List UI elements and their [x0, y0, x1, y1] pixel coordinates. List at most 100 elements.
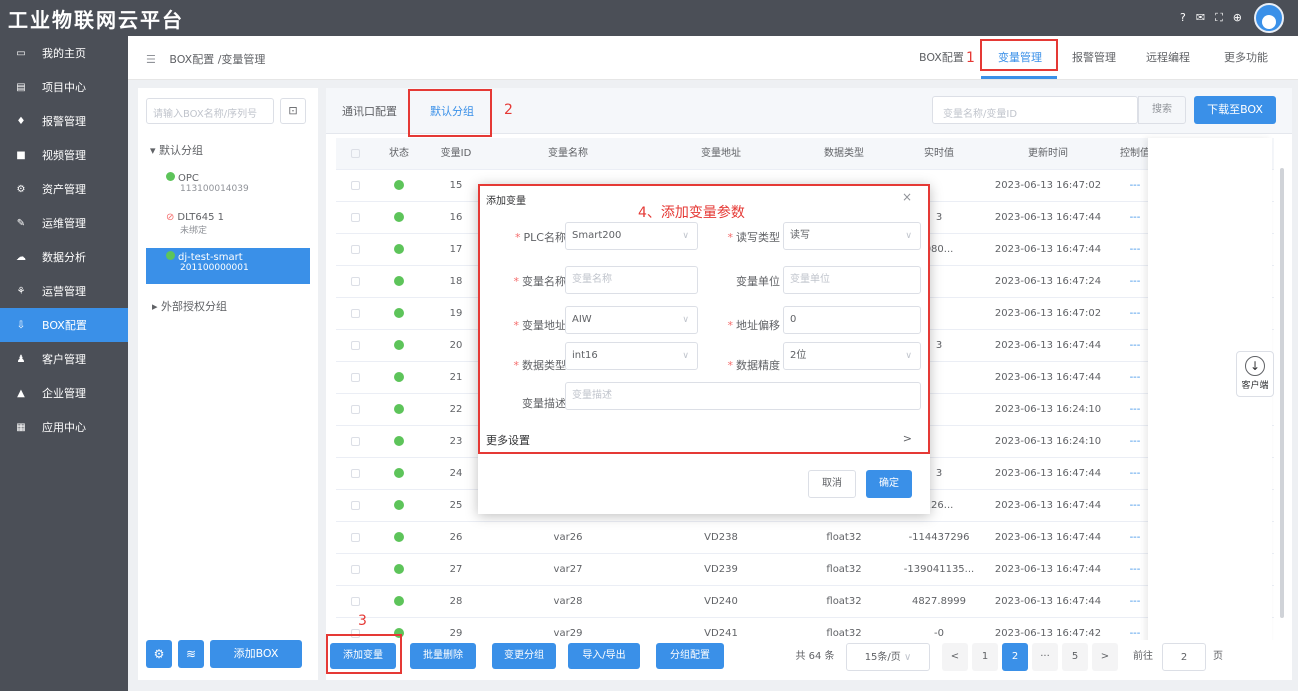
tab-more-functions[interactable]: 更多功能 [1224, 49, 1268, 65]
page-size-value: 15条/页 [864, 652, 901, 663]
cell-time: 2023-06-13 16:47:44 [994, 596, 1102, 607]
sidebar-item[interactable]: ■ 视频管理 [0, 138, 128, 172]
sidebar-item[interactable]: ⇩ BOX配置 [0, 308, 128, 342]
more-settings-toggle[interactable]: 更多设置 [486, 432, 530, 448]
row-checkbox[interactable] [336, 490, 374, 522]
tab-comm-port-config[interactable]: 通讯口配置 [342, 103, 397, 119]
row-checkbox[interactable] [336, 266, 374, 298]
row-checkbox[interactable] [336, 330, 374, 362]
status-online-icon [374, 458, 424, 490]
data-precision-select[interactable]: 2位 ∨ [783, 342, 921, 370]
sidebar-item[interactable]: ▦ 应用中心 [0, 410, 128, 444]
group-config-button[interactable]: 分组配置 [656, 643, 724, 669]
tree-node-dj-test-smart[interactable]: dj-test-smart 201100000001 [146, 248, 310, 284]
row-checkbox[interactable] [336, 202, 374, 234]
add-box-button[interactable]: 添加BOX [210, 640, 302, 668]
sidebar-item[interactable]: ⚘ 运营管理 [0, 274, 128, 308]
sidebar-item-icon: ✎ [16, 217, 26, 229]
tab-remote-programming[interactable]: 远程编程 [1146, 49, 1190, 65]
signal-button[interactable]: ≋ [178, 640, 204, 668]
mail-icon[interactable]: ✉ [1196, 11, 1205, 25]
page-1[interactable]: 1 [972, 643, 998, 671]
row-checkbox[interactable] [336, 458, 374, 490]
sidebar-item[interactable]: ♟ 客户管理 [0, 342, 128, 376]
sidebar-item[interactable]: ▤ 项目中心 [0, 70, 128, 104]
column-header: 更新时间 [1028, 148, 1068, 159]
tree-node-dlt645[interactable]: ⊘ DLT645 1 未绑定 [146, 210, 310, 244]
table-row[interactable]: 28 var28 VD240 float32 4827.8999 2023-06-13 1… [336, 586, 1274, 618]
data-type-label: * 数据类型 [513, 359, 567, 372]
cancel-button[interactable]: 取消 [808, 470, 856, 498]
page-5[interactable]: 5 [1062, 643, 1088, 671]
sidebar-item-icon: ▤ [16, 81, 26, 93]
close-icon[interactable]: × [902, 190, 912, 204]
page-ellipsis[interactable]: ··· [1032, 643, 1058, 671]
settings-button[interactable]: ⚙ [146, 640, 172, 668]
select-all-checkbox[interactable] [336, 138, 374, 170]
confirm-button[interactable]: 确定 [866, 470, 912, 498]
next-page-button[interactable]: > [1092, 643, 1118, 671]
row-checkbox[interactable] [336, 170, 374, 202]
cell-id: 27 [449, 564, 463, 575]
row-checkbox[interactable] [336, 234, 374, 266]
tab-alarm-management[interactable]: 报警管理 [1072, 49, 1116, 65]
sidebar-item[interactable]: ✎ 运维管理 [0, 206, 128, 240]
language-icon[interactable]: ⊕ [1233, 11, 1242, 25]
sidebar-item[interactable]: ☁ 数据分析 [0, 240, 128, 274]
tree-group-default[interactable]: ▾ 默认分组 [150, 142, 203, 158]
sidebar-item-icon: ⚘ [16, 285, 26, 297]
variable-desc-input[interactable]: 变量描述 [565, 382, 921, 410]
box-search-input[interactable]: 请输入BOX名称/序列号 [146, 98, 274, 124]
menu-toggle-icon[interactable]: ☰ [146, 53, 156, 66]
fullscreen-icon[interactable]: ⛶ [1215, 11, 1223, 25]
add-folder-button[interactable]: ⊡ [280, 98, 306, 124]
table-row[interactable]: 26 var26 VD238 float32 -114437296 2023-06-13 … [336, 522, 1274, 554]
page-2[interactable]: 2 [1002, 643, 1028, 671]
row-checkbox[interactable] [336, 298, 374, 330]
variable-address-select[interactable]: AIW ∨ [565, 306, 698, 334]
column-header[interactable]: 数据类型 [794, 138, 894, 170]
row-checkbox[interactable] [336, 554, 374, 586]
cell-time: 2023-06-13 16:47:44 [994, 564, 1102, 575]
group-external-label: 外部授权分组 [161, 300, 228, 313]
batch-delete-button[interactable]: 批量删除 [410, 643, 476, 669]
avatar[interactable] [1254, 3, 1284, 33]
client-download-float[interactable]: ↓ 客户端 [1236, 351, 1274, 397]
cell-type: float32 [826, 596, 862, 607]
sidebar-item[interactable]: ♦ 报警管理 [0, 104, 128, 138]
table-row[interactable]: 27 var27 VD239 float32 -139041135... 2023-06-… [336, 554, 1274, 586]
cell-type: float32 [826, 532, 862, 543]
row-checkbox[interactable] [336, 394, 374, 426]
tree-node-opc[interactable]: OPC 113100014039 [146, 170, 310, 204]
address-offset-input[interactable]: 0 [783, 306, 921, 334]
import-export-button[interactable]: 导入/导出 [568, 643, 640, 669]
change-group-button[interactable]: 变更分组 [492, 643, 556, 669]
sidebar-item[interactable]: ▲ 企业管理 [0, 376, 128, 410]
column-header: 实时值 [924, 148, 954, 159]
row-checkbox[interactable] [336, 586, 374, 618]
variable-name-input[interactable]: 变量名称 [565, 266, 698, 294]
rw-type-select[interactable]: 读写 ∨ [783, 222, 921, 250]
page-size-select[interactable]: 15条/页 ∨ [846, 643, 930, 671]
goto-page-input[interactable]: 2 [1162, 643, 1206, 671]
variable-search-input[interactable]: 变量名称/变量ID [932, 96, 1138, 124]
annotation-number-2: 2 [504, 102, 513, 118]
plc-name-select[interactable]: Smart200 ∨ [565, 222, 698, 250]
tab-box-config[interactable]: BOX配置 [919, 49, 964, 65]
data-type-select[interactable]: int16 ∨ [565, 342, 698, 370]
tree-group-external[interactable]: ▸ 外部授权分组 [152, 298, 227, 314]
vertical-scrollbar[interactable] [1280, 168, 1284, 618]
row-checkbox[interactable] [336, 362, 374, 394]
prev-page-button[interactable]: < [942, 643, 968, 671]
variable-unit-input[interactable]: 变量单位 [783, 266, 921, 294]
status-online-icon [374, 266, 424, 298]
header: ☰ BOX配置 /变量管理 BOX配置 变量管理 报警管理 远程编程 更多功能 [128, 36, 1298, 80]
row-checkbox[interactable] [336, 522, 374, 554]
row-checkbox[interactable] [336, 426, 374, 458]
chevron-right-icon[interactable]: > [903, 432, 912, 445]
search-button[interactable]: 搜索 [1138, 96, 1186, 124]
help-icon[interactable]: ? [1180, 11, 1186, 25]
download-to-box-button[interactable]: 下载至BOX [1194, 96, 1276, 124]
sidebar-item[interactable]: ▭ 我的主页 [0, 36, 128, 70]
sidebar-item[interactable]: ⚙ 资产管理 [0, 172, 128, 206]
